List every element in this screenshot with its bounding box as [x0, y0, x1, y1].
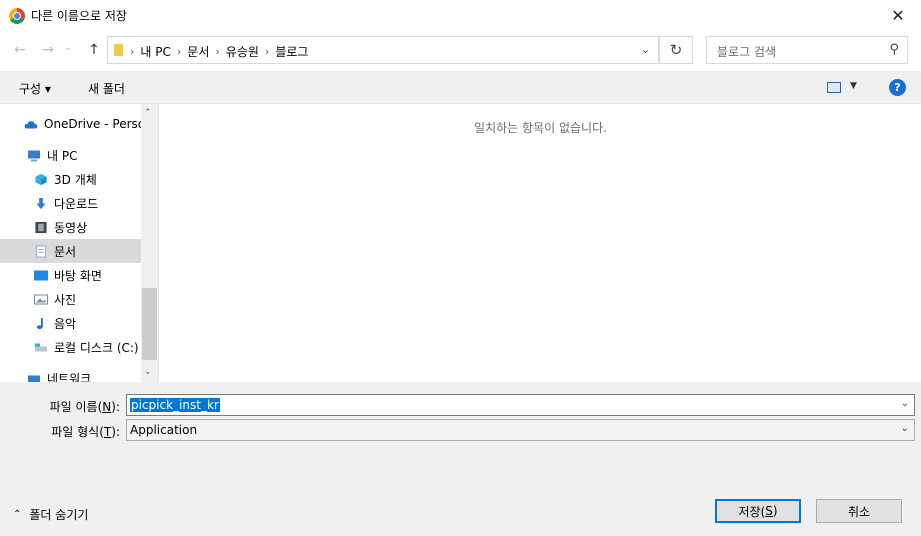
sidebar-item-desktop[interactable]: 바탕 화면 [0, 263, 141, 287]
sidebar-item-downloads[interactable]: 다운로드 [0, 191, 141, 215]
cube-icon [35, 173, 47, 185]
sidebar-item-label: 사진 [54, 292, 77, 307]
view-options-icon[interactable] [827, 82, 841, 93]
sidebar-item-music[interactable]: 음악 [0, 311, 141, 335]
breadcrumb-item-user[interactable]: 유승원 [226, 43, 259, 60]
network-icon [28, 375, 40, 382]
organize-button[interactable]: 구성 ▾ [19, 80, 51, 97]
folder-icon [114, 44, 123, 56]
sidebar-item-documents[interactable]: 문서 [0, 239, 141, 263]
document-icon [35, 244, 47, 258]
chevron-down-icon[interactable]: ⌄ [641, 43, 650, 56]
file-list-pane[interactable]: 일치하는 항목이 없습니다. [158, 104, 921, 382]
filetype-label: 파일 형식(T): [51, 425, 120, 439]
up-arrow-icon[interactable]: ↑ [84, 40, 104, 60]
navigation-pane: OneDrive - Personal 내 PC 3D 개체 다운로드 동영상 … [0, 104, 141, 382]
sidebar-item-local-disk[interactable]: 로컬 디스크 (C:) [0, 335, 141, 359]
sidebar-item-label: 바탕 화면 [54, 268, 102, 283]
chrome-app-icon [9, 8, 25, 24]
scroll-up-icon[interactable]: ⌃ [144, 108, 152, 118]
filename-value[interactable]: picpick_inst_kr [130, 398, 220, 412]
sidebar-item-label: 네트워크 [47, 371, 92, 383]
breadcrumb-item-pc[interactable]: 내 PC [140, 43, 170, 60]
sidebar-item-label: 3D 개체 [54, 172, 97, 187]
sidebar-item-pictures[interactable]: 사진 [0, 287, 141, 311]
refresh-button[interactable]: ↻ [659, 36, 693, 64]
sidebar-item-onedrive[interactable]: OneDrive - Personal [0, 112, 141, 136]
cloud-icon [24, 120, 38, 128]
address-bar[interactable]: › 내 PC › 문서 › 유승원 › 블로그 ⌄ [107, 36, 659, 64]
title-bar: 다른 이름으로 저장 ✕ [0, 0, 921, 31]
computer-icon [28, 150, 40, 161]
chevron-down-icon[interactable]: ▼ [850, 81, 857, 91]
hide-folders-toggle[interactable]: ⌃ 폴더 숨기기 [13, 506, 88, 523]
scroll-down-icon[interactable]: ⌄ [144, 367, 152, 377]
sidebar-item-3d-objects[interactable]: 3D 개체 [0, 167, 141, 191]
search-input[interactable]: 블로그 검색 ⚲ [706, 36, 908, 64]
save-form: 파일 이름(N): picpick_inst_kr ⌄ 파일 형식(T): Ap… [0, 382, 921, 536]
picture-icon [34, 294, 48, 304]
breadcrumb: › 내 PC › 문서 › 유승원 › 블로그 [130, 43, 308, 60]
download-icon [36, 197, 46, 209]
back-arrow-icon[interactable]: ← [10, 40, 30, 60]
breadcrumb-separator[interactable]: › [177, 45, 181, 58]
help-icon[interactable]: ? [889, 79, 906, 96]
search-icon: ⚲ [889, 42, 899, 57]
chevron-down-icon[interactable]: ⌄ [901, 423, 909, 434]
command-toolbar: 구성 ▾ 새 폴더 ▼ ? [0, 71, 921, 104]
sidebar-item-label: 동영상 [54, 220, 88, 235]
search-placeholder: 블로그 검색 [717, 45, 777, 59]
save-button[interactable]: 저장(S) [715, 499, 801, 523]
empty-message: 일치하는 항목이 없습니다. [474, 121, 607, 135]
new-folder-button[interactable]: 새 폴더 [88, 80, 125, 97]
drive-icon [35, 343, 47, 351]
sidebar-item-this-pc[interactable]: 내 PC [0, 143, 141, 167]
breadcrumb-item-documents[interactable]: 문서 [187, 43, 209, 60]
scrollbar-thumb[interactable] [142, 288, 157, 360]
recent-locations-icon[interactable]: ⌄ [62, 37, 74, 57]
sidebar-item-label: 음악 [54, 316, 77, 331]
window-title: 다른 이름으로 저장 [31, 9, 127, 23]
forward-arrow-icon[interactable]: → [38, 40, 58, 60]
breadcrumb-separator[interactable]: › [215, 45, 219, 58]
sidebar-item-network[interactable]: 네트워크 [0, 366, 141, 382]
filename-label: 파일 이름(N): [49, 400, 120, 414]
filename-field[interactable]: picpick_inst_kr ⌄ [126, 394, 915, 416]
cancel-button[interactable]: 취소 [816, 499, 902, 523]
sidebar-item-label: 로컬 디스크 (C:) [54, 340, 139, 355]
breadcrumb-item-blog[interactable]: 블로그 [275, 43, 308, 60]
breadcrumb-separator[interactable]: › [265, 45, 269, 58]
sidebar-item-videos[interactable]: 동영상 [0, 215, 141, 239]
hide-folders-label: 폴더 숨기기 [29, 508, 89, 522]
sidebar-scrollbar[interactable]: ⌃ ⌄ [141, 104, 158, 382]
sidebar-item-label: OneDrive - Personal [44, 117, 141, 131]
film-icon [35, 221, 47, 233]
sidebar-item-label: 다운로드 [54, 196, 99, 211]
navigation-bar: ← → ⌄ ↑ › 내 PC › 문서 › 유승원 › 블로그 ⌄ ↻ 블로그 … [0, 31, 921, 71]
close-button[interactable]: ✕ [875, 0, 921, 31]
filetype-value: Application [130, 423, 198, 437]
filetype-select[interactable]: Application ⌄ [126, 419, 915, 441]
sidebar-item-label: 문서 [54, 244, 77, 259]
sidebar-item-label: 내 PC [47, 148, 78, 163]
breadcrumb-separator: › [130, 45, 135, 58]
desktop-icon [34, 270, 48, 280]
music-icon [36, 317, 43, 329]
chevron-down-icon[interactable]: ⌄ [901, 398, 909, 409]
chevron-up-icon: ⌃ [13, 509, 22, 520]
